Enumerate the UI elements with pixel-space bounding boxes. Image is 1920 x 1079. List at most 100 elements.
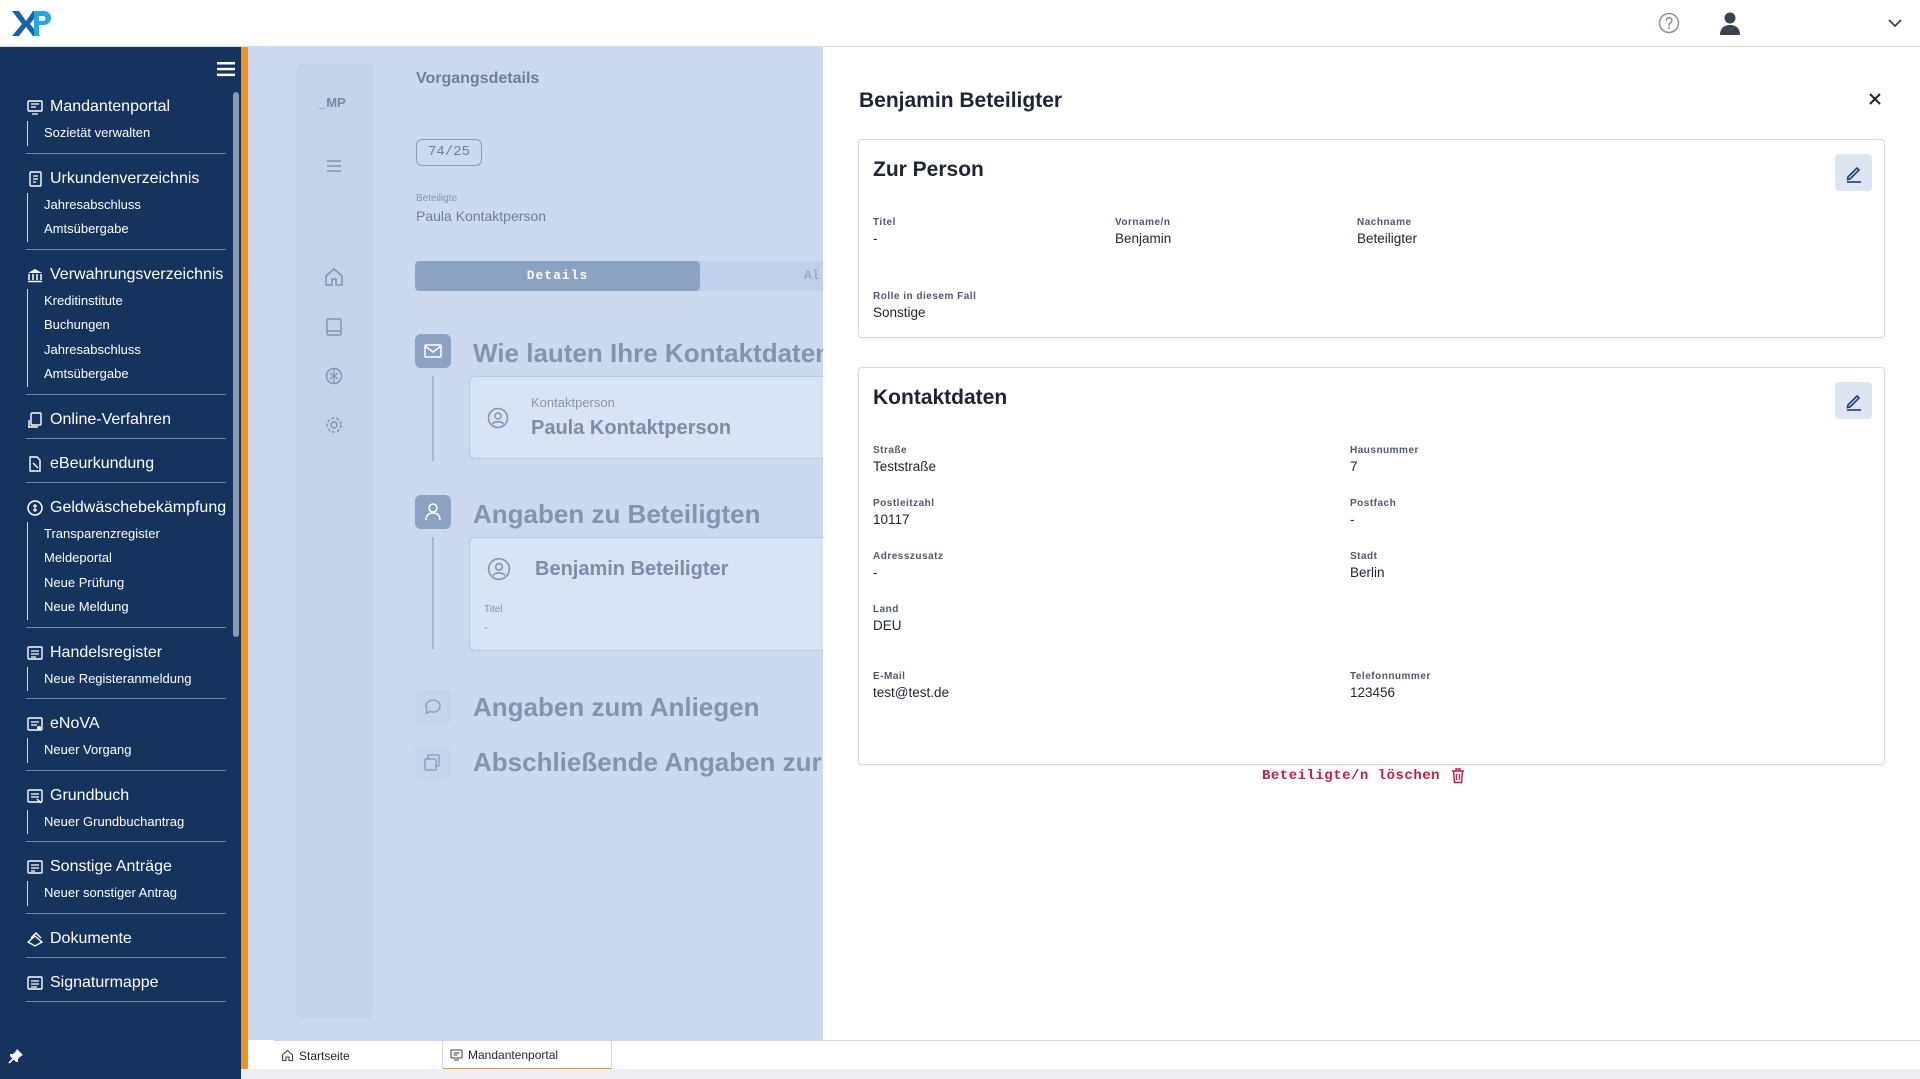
home-icon[interactable] xyxy=(323,266,345,288)
edit-contact-button[interactable] xyxy=(1835,382,1872,419)
sidebar-item-sonstige-anträge[interactable]: Sonstige Anträge xyxy=(26,855,226,879)
field-vorname: Vorname/n Benjamin xyxy=(1115,217,1171,246)
xnp-logo[interactable] xyxy=(10,8,55,38)
help-icon[interactable] xyxy=(1658,12,1680,34)
settings-icon[interactable] xyxy=(323,414,345,436)
ai-icon[interactable] xyxy=(323,365,345,387)
field-label: Postfach xyxy=(1350,498,1397,509)
field-value: test@test.de xyxy=(873,685,949,700)
field-label: Vorname/n xyxy=(1115,217,1171,228)
participant-card[interactable]: Benjamin Beteiligter Titel - xyxy=(469,537,829,651)
pencil-icon xyxy=(1845,166,1861,183)
field-hausnummer: Hausnummer 7 xyxy=(1350,445,1419,474)
step-connector xyxy=(432,376,434,461)
sidebar-subitem[interactable]: Neue Meldung xyxy=(44,595,226,620)
list-icon[interactable] xyxy=(323,155,345,177)
bank-icon xyxy=(28,268,42,282)
card-field-label: Titel xyxy=(484,604,503,615)
sidebar-item-ebeurkundung[interactable]: eBeurkundung xyxy=(26,452,226,476)
online-procedure-icon xyxy=(28,411,42,428)
sidebar-item-dokumente[interactable]: Dokumente xyxy=(26,927,226,951)
top-bar xyxy=(0,0,1920,47)
close-icon[interactable] xyxy=(1866,90,1884,108)
delete-participant-button[interactable]: Beteiligte/n löschen xyxy=(1262,767,1466,784)
tab-mandantenportal[interactable]: Mandantenportal xyxy=(443,1041,612,1070)
sidebar-section-label: Online-Verfahren xyxy=(50,410,171,428)
contact-card: Kontaktdaten Straße Teststraße Hausnumme… xyxy=(858,367,1885,765)
sidebar-subitem[interactable]: Amtsübergabe xyxy=(44,362,226,387)
sidebar-subitem[interactable]: Kreditinstitute xyxy=(44,289,226,314)
field-label: Nachname xyxy=(1357,217,1412,228)
tab-other[interactable]: Al xyxy=(804,261,820,291)
sidebar-subitem[interactable]: Sozietät verwalten xyxy=(44,121,226,146)
panel-title: Benjamin Beteiligter xyxy=(859,89,1063,112)
sidebar-subitem[interactable]: Jahresabschluss xyxy=(44,338,226,363)
sidebar-section-label: Grundbuch xyxy=(50,786,130,804)
field-land: Land DEU xyxy=(873,604,902,633)
sidebar-section-label: Dokumente xyxy=(50,929,132,947)
tab-startseite[interactable]: Startseite xyxy=(274,1041,443,1070)
field-value: DEU xyxy=(873,618,902,633)
field-email: E-Mail test@test.de xyxy=(873,671,949,700)
sidebar-item-enova[interactable]: eNoVA xyxy=(26,712,226,736)
sidebar-item-geldwäschebekämpfung[interactable]: Geldwäschebekämpfung xyxy=(26,496,226,520)
sidebar-item-mandantenportal[interactable]: Mandantenportal xyxy=(26,95,226,119)
tab-details[interactable]: Details xyxy=(415,261,700,291)
sidebar-item-signaturmappe[interactable]: Signaturmappe xyxy=(26,971,226,995)
sidebar-section-label: eBeurkundung xyxy=(50,454,155,472)
sidebar-section: Grundbuch Neuer Grundbuchantrag xyxy=(26,784,226,842)
field-label: Land xyxy=(873,604,899,615)
book-icon[interactable] xyxy=(323,316,345,338)
edit-person-button[interactable] xyxy=(1835,154,1872,191)
card-value: Paula Kontaktperson xyxy=(531,417,732,439)
rail-label: _MP xyxy=(319,95,346,110)
vorgang-title: Vorgangsdetails xyxy=(416,70,540,87)
sidebar-subitem[interactable]: Transparenzregister xyxy=(44,522,226,547)
contact-person-card[interactable]: Kontaktperson Paula Kontaktperson xyxy=(469,376,829,459)
sidebar-subitem[interactable]: Amtsübergabe xyxy=(44,217,226,242)
sidebar-subitem[interactable]: Neuer sonstiger Antrag xyxy=(44,881,226,906)
sidebar-section: Handelsregister Neue Registeranmeldung xyxy=(26,641,226,699)
sidebar-section-label: Urkundenverzeichnis xyxy=(50,169,200,187)
sidebar-subitem[interactable]: Meldeportal xyxy=(44,546,226,571)
field-label: Straße xyxy=(873,445,908,456)
sidebar-subitem[interactable]: Neuer Vorgang xyxy=(44,738,226,763)
step-mail-badge xyxy=(415,334,451,368)
sidebar-scrollbar[interactable] xyxy=(233,92,239,637)
sidebar-section-label: Handelsregister xyxy=(50,643,163,661)
vorgang-tabs: Details Al xyxy=(415,261,823,291)
delete-label: Beteiligte/n löschen xyxy=(1262,767,1441,784)
user-icon[interactable] xyxy=(1717,10,1743,36)
documents-icon xyxy=(26,931,44,947)
sidebar-subitem[interactable]: Jahresabschluss xyxy=(44,193,226,218)
field-label: Titel xyxy=(873,217,896,228)
sidebar-section: eNoVA Neuer Vorgang xyxy=(26,712,226,771)
sidebar-item-urkundenverzeichnis[interactable]: Urkundenverzeichnis xyxy=(26,167,226,191)
sidebar-subitem[interactable]: Buchungen xyxy=(44,313,226,338)
sidebar-section: Dokumente xyxy=(26,927,226,958)
field-label: Rolle in diesem Fall xyxy=(873,291,977,302)
sidebar-item-grundbuch[interactable]: Grundbuch xyxy=(26,784,226,808)
field-postfach: Postfach - xyxy=(1350,498,1396,527)
enova-icon xyxy=(27,717,43,731)
sidebar-subitem[interactable]: Neuer Grundbuchantrag xyxy=(44,810,226,835)
land-register-icon xyxy=(27,788,43,803)
card-value: Benjamin Beteiligter xyxy=(535,558,729,580)
status-strip xyxy=(241,1069,1920,1079)
menu-icon[interactable] xyxy=(217,61,235,77)
sidebar-item-online-verfahren[interactable]: Online-Verfahren xyxy=(26,408,226,432)
chevron-down-icon[interactable] xyxy=(1886,14,1904,32)
person-card-title: Zur Person xyxy=(873,158,984,181)
field-value: Benjamin xyxy=(1115,231,1172,246)
sidebar-subitem[interactable]: Neue Registeranmeldung xyxy=(44,667,226,692)
home-icon xyxy=(281,1049,294,1062)
vorgang-badge: 74/25 xyxy=(416,139,482,166)
sidebar-section: eBeurkundung xyxy=(26,452,226,483)
sidebar-section: Mandantenportal Sozietät verwalten xyxy=(26,95,226,154)
sidebar-item-verwahrungsverzeichnis[interactable]: Verwahrungsverzeichnis xyxy=(26,263,226,287)
pin-icon[interactable] xyxy=(8,1048,24,1064)
sidebar-item-handelsregister[interactable]: Handelsregister xyxy=(26,641,226,665)
step-title-participants: Angaben zu Beteiligten xyxy=(473,499,761,529)
sidebar-section-label: Mandantenportal xyxy=(50,98,171,115)
sidebar-subitem[interactable]: Neue Prüfung xyxy=(44,571,226,596)
